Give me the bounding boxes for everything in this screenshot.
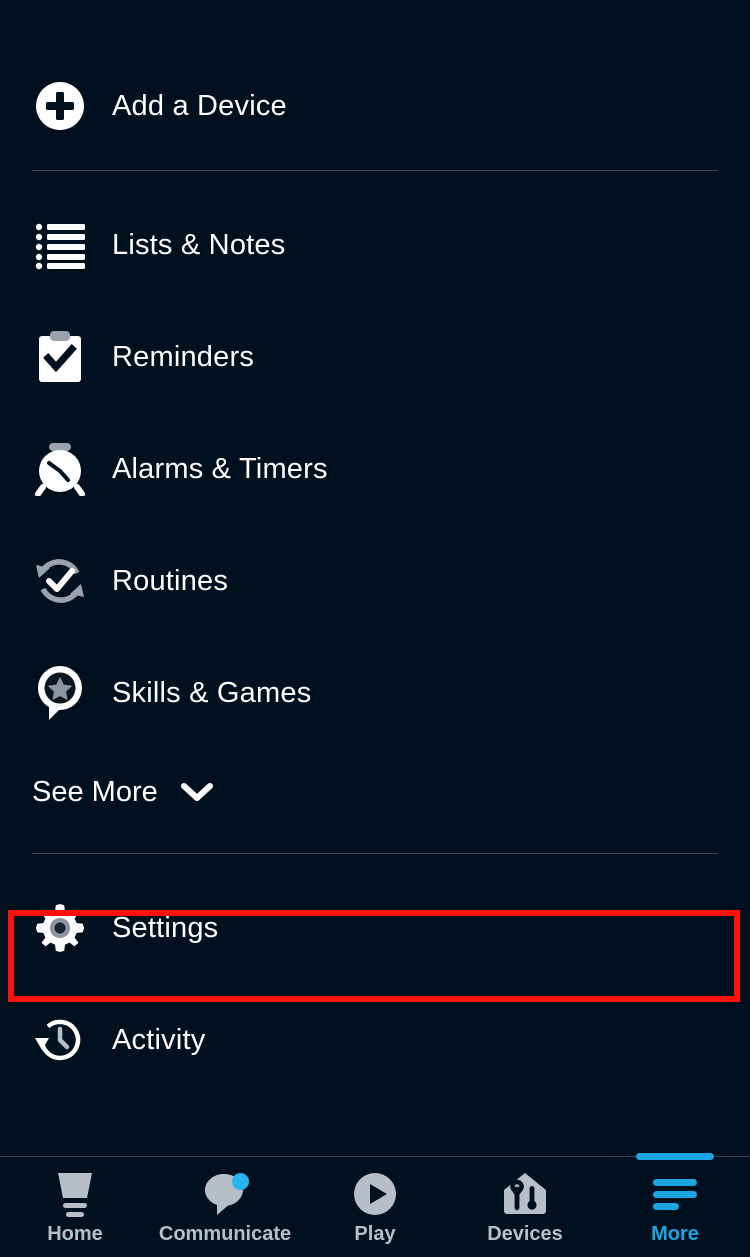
menu-item-lists-notes[interactable]: Lists & Notes: [0, 189, 750, 301]
nav-tab-devices[interactable]: Devices: [450, 1157, 600, 1257]
nav-tab-home[interactable]: Home: [0, 1157, 150, 1257]
alexa-more-menu-screen: Add a Device Lists & Notes Reminders Ala…: [0, 0, 750, 1257]
alarm-clock-icon: [32, 441, 88, 497]
menu-item-skills-games[interactable]: Skills & Games: [0, 637, 750, 749]
nav-tab-communicate[interactable]: Communicate: [150, 1157, 300, 1257]
menu-item-reminders[interactable]: Reminders: [0, 301, 750, 413]
list-icon: [32, 217, 88, 273]
menu-item-label: Activity: [112, 1023, 206, 1056]
menu-item-activity[interactable]: Activity: [0, 984, 750, 1096]
menu-list: Add a Device Lists & Notes Reminders Ala…: [0, 0, 750, 1156]
menu-item-label: Routines: [112, 564, 229, 597]
menu-item-settings[interactable]: Settings: [0, 872, 750, 984]
history-clock-icon: [32, 1012, 88, 1068]
clipboard-check-icon: [32, 329, 88, 385]
menu-item-label: Lists & Notes: [112, 228, 286, 261]
echo-speaker-icon: [50, 1171, 100, 1217]
plus-circle-icon: [32, 78, 88, 134]
hamburger-icon: [650, 1171, 700, 1217]
chevron-down-icon: [180, 780, 214, 804]
nav-tab-play[interactable]: Play: [300, 1157, 450, 1257]
menu-item-add-a-device[interactable]: Add a Device: [0, 50, 750, 162]
nav-tab-label: More: [651, 1223, 699, 1245]
nav-tab-label: Communicate: [158, 1223, 292, 1245]
menu-item-label: Skills & Games: [112, 676, 312, 709]
menu-item-label: Reminders: [112, 340, 255, 373]
menu-item-label: Alarms & Timers: [112, 452, 328, 485]
nav-tab-more[interactable]: More: [600, 1153, 750, 1257]
nav-tab-label: Devices: [487, 1223, 563, 1245]
nav-tab-label: Home: [47, 1223, 103, 1245]
communicate-badge-dot: [232, 1173, 249, 1190]
see-more-button[interactable]: See More: [0, 749, 750, 835]
menu-item-label: Add a Device: [112, 89, 287, 122]
see-more-label: See More: [32, 775, 158, 808]
active-tab-indicator: [636, 1153, 714, 1160]
menu-item-alarms-timers[interactable]: Alarms & Timers: [0, 413, 750, 525]
home-devices-icon: [502, 1171, 548, 1217]
gear-icon: [32, 900, 88, 956]
play-circle-icon: [352, 1171, 398, 1217]
menu-item-label: Settings: [112, 911, 219, 944]
speech-bubble-icon: [200, 1171, 250, 1217]
menu-item-routines[interactable]: Routines: [0, 525, 750, 637]
pin-star-icon: [32, 665, 88, 721]
nav-tab-label: Play: [354, 1223, 396, 1245]
bottom-navigation-bar: Home Communicate Play Devices More: [0, 1153, 750, 1257]
refresh-check-icon: [32, 553, 88, 609]
